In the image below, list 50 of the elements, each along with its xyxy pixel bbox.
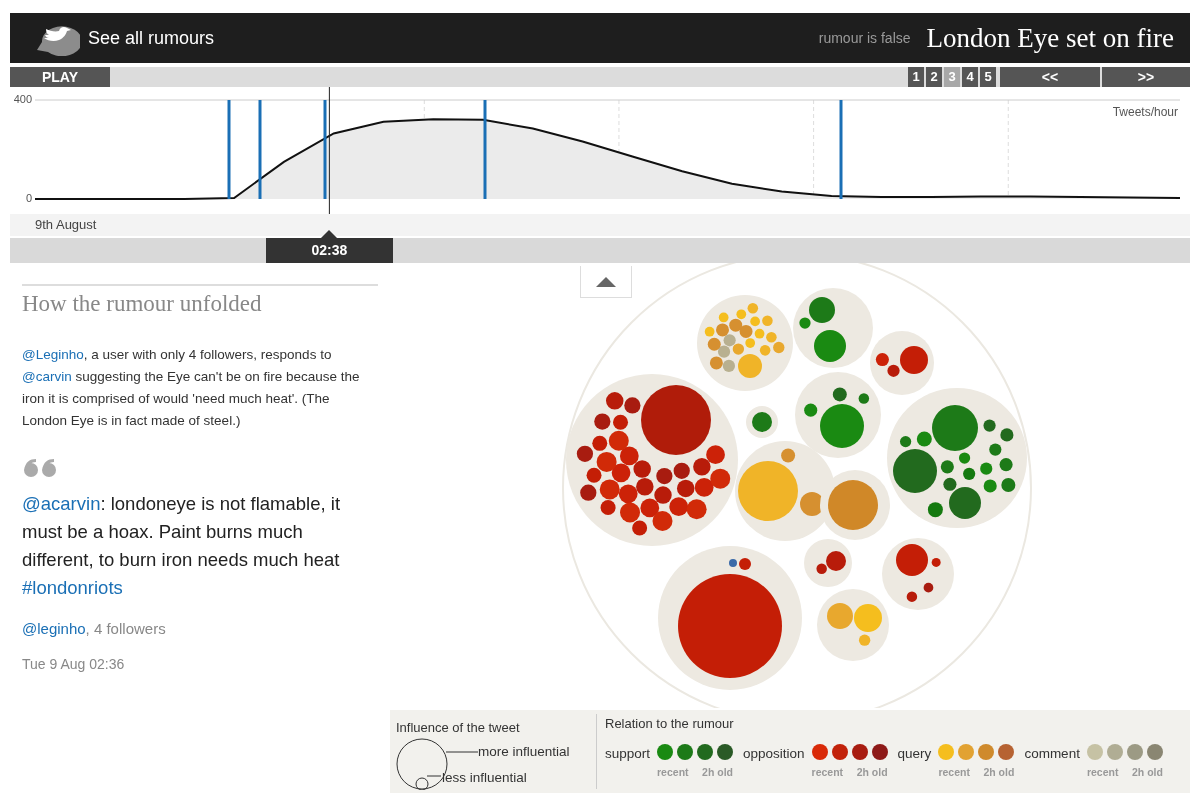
mention-link[interactable]: @leginho bbox=[22, 619, 86, 637]
category-label: opposition bbox=[743, 744, 805, 763]
pointer-icon bbox=[321, 230, 338, 238]
verdict-label: rumour is false bbox=[818, 28, 911, 48]
page-button[interactable]: 2 bbox=[926, 67, 942, 87]
mention-link[interactable]: #londonriots bbox=[22, 576, 123, 598]
date-label: 9th August bbox=[35, 217, 97, 232]
next-button[interactable]: >> bbox=[1102, 67, 1190, 87]
age-label: 2h old bbox=[702, 764, 734, 780]
mention-link[interactable]: @Leginho bbox=[22, 346, 84, 362]
mention-link[interactable]: @carvin bbox=[22, 368, 72, 384]
slider-thumb[interactable]: 02:38 bbox=[265, 238, 393, 263]
tick-label: 400 bbox=[13, 92, 32, 105]
rumour-title: London Eye set on fire bbox=[926, 21, 1174, 55]
category-label: support bbox=[605, 744, 651, 763]
age-label: recent bbox=[811, 764, 844, 780]
page-button[interactable]: 5 bbox=[980, 67, 996, 87]
legend-title: Relation to the rumour bbox=[605, 715, 735, 733]
back-link[interactable]: See all rumours bbox=[88, 24, 215, 52]
age-label: recent bbox=[657, 764, 689, 780]
event-marker[interactable] bbox=[483, 100, 487, 199]
page-button[interactable]: 1 bbox=[908, 67, 924, 87]
section-heading: How the rumour unfolded bbox=[22, 290, 263, 318]
age-label: recent bbox=[938, 764, 970, 780]
age-label: recent bbox=[1086, 764, 1119, 780]
page-button[interactable]: 4 bbox=[962, 67, 978, 87]
legend-label: less influential bbox=[442, 768, 528, 787]
up-arrow-icon bbox=[596, 276, 616, 287]
axis-label: Tweets/hour bbox=[1112, 105, 1178, 119]
play-button[interactable]: PLAY bbox=[10, 67, 110, 87]
age-label: 2h old bbox=[1132, 764, 1163, 780]
time-slider[interactable]: 02:38 bbox=[10, 238, 1190, 263]
legend-title: Influence of the tweet bbox=[396, 719, 521, 737]
story-paragraph: @Leginho, a user with only 4 followers, responds to @carvin suggesting the Eye can't be on fire because the iron it is comprised of would 'need much heat'. (The London Eye is in fact made of steel.) bbox=[22, 345, 361, 430]
event-marker[interactable] bbox=[258, 100, 262, 199]
event-marker[interactable] bbox=[323, 100, 327, 199]
tweet-date: Tue 9 Aug 02:36 bbox=[22, 655, 126, 675]
tweet-author: @leginho, 4 followers bbox=[22, 618, 167, 639]
mention-link[interactable]: @acarvin bbox=[22, 492, 101, 514]
collapse-button[interactable] bbox=[580, 266, 632, 298]
event-marker[interactable] bbox=[227, 100, 231, 199]
legend-label: more influential bbox=[478, 742, 570, 761]
age-label: 2h old bbox=[856, 764, 888, 780]
age-label: 2h old bbox=[983, 764, 1015, 780]
tweet-text: @acarvin: londoneye is not flamable, it must be a hoax. Paint burns much different, to burn iron needs much heat #londonriots bbox=[22, 491, 342, 600]
category-label: comment bbox=[1024, 744, 1080, 763]
event-marker[interactable] bbox=[839, 100, 843, 199]
previous-button[interactable]: << bbox=[1000, 67, 1100, 87]
category-label: query bbox=[897, 744, 932, 763]
tick-label: 0 bbox=[25, 191, 32, 204]
